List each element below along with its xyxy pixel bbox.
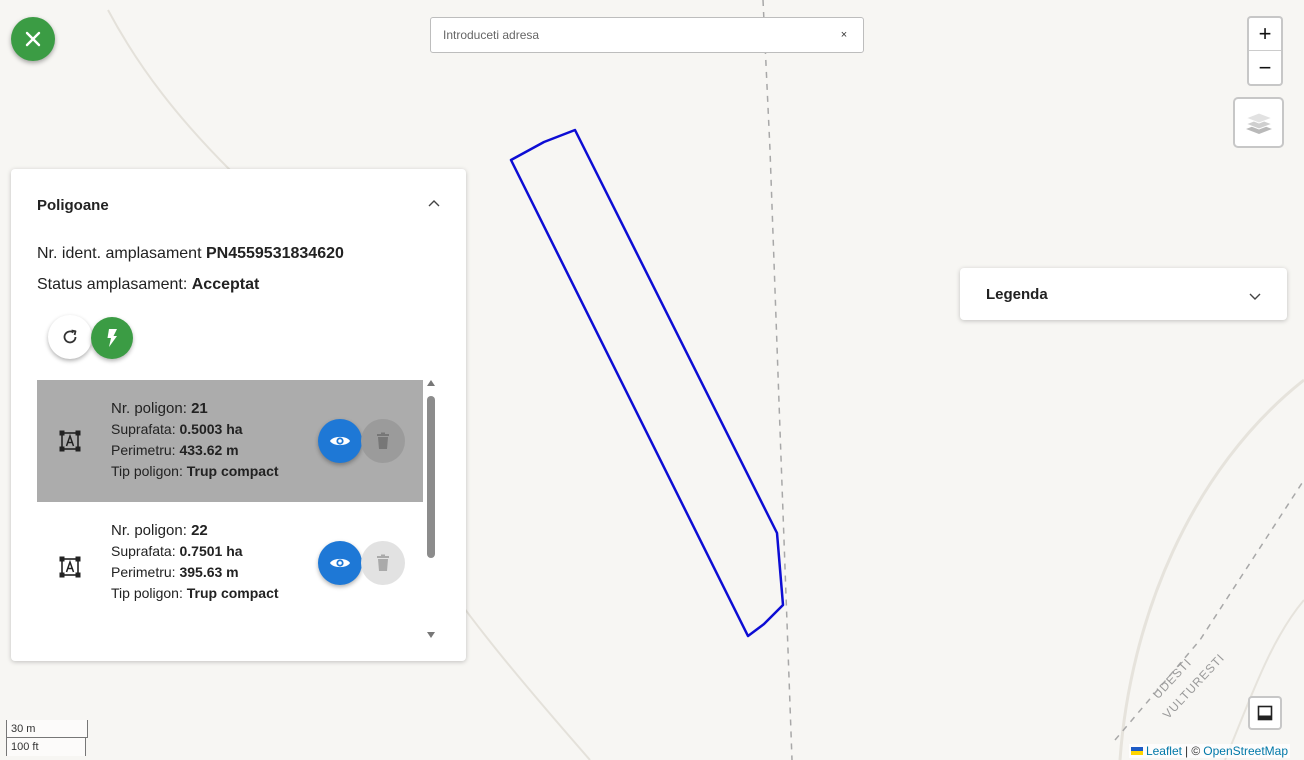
auto-fix-button[interactable] (91, 317, 133, 359)
polygon-perimeter-value: 433.62 m (179, 442, 239, 458)
polygon-nr-label: Nr. poligon: (111, 522, 187, 539)
delete-polygon-button[interactable] (361, 541, 405, 585)
chevron-down-icon (1249, 293, 1261, 300)
legend-title: Legenda (986, 286, 1048, 303)
ident-line: Nr. ident. amplasament PN4559531834620 (37, 245, 344, 263)
view-polygon-button[interactable] (318, 541, 362, 585)
scroll-down-arrow-icon[interactable] (427, 632, 435, 638)
close-icon (25, 31, 41, 47)
polygon-nr-label: Nr. poligon: (111, 400, 187, 417)
polygons-panel: Poligoane Nr. ident. amplasament PN45595… (11, 169, 466, 661)
view-polygon-button[interactable] (318, 419, 362, 463)
ukraine-flag-icon (1130, 747, 1143, 755)
polygon-perimeter-label: Perimetru: (111, 442, 176, 458)
chevron-up-icon (428, 200, 440, 207)
status-line: Status amplasament: Acceptat (37, 276, 259, 294)
polygon-nr-value: 21 (191, 400, 208, 417)
ident-value: PN4559531834620 (205, 245, 344, 262)
polygon-list-scrollbar[interactable] (424, 380, 438, 638)
map-scale: 30 m 100 ft (6, 720, 88, 756)
polygon-perimeter-value: 395.63 m (179, 564, 239, 580)
polygon-details: Nr. poligon: 22 Suprafata: 0.7501 ha Per… (111, 520, 279, 604)
scroll-up-arrow-icon[interactable] (427, 380, 435, 386)
status-label: Status amplasament: (37, 276, 188, 293)
address-search-input[interactable] (443, 28, 837, 42)
polygon-area-value: 0.5003 ha (179, 421, 243, 437)
search-clear-button[interactable]: × (837, 29, 851, 41)
leaflet-link[interactable]: Leaflet (1146, 744, 1182, 758)
layers-button[interactable] (1233, 97, 1284, 148)
polygon-area-value: 0.7501 ha (179, 543, 243, 559)
scale-imperial: 100 ft (6, 738, 86, 756)
zoom-in-button[interactable]: + (1249, 18, 1281, 51)
zoom-control: + − (1247, 16, 1283, 86)
refresh-icon (63, 329, 77, 344)
map-attribution: Leaflet | © OpenStreetMap (1128, 744, 1290, 758)
polygon-icon (59, 430, 81, 452)
polygon-icon (59, 556, 81, 578)
polygon-type-label: Tip poligon: (111, 585, 183, 601)
polygon-details: Nr. poligon: 21 Suprafata: 0.5003 ha Per… (111, 398, 279, 482)
ruler-icon (1257, 705, 1273, 721)
openstreetmap-link[interactable]: OpenStreetMap (1203, 744, 1288, 758)
measure-button[interactable] (1248, 696, 1282, 730)
polygon-list-item[interactable]: Nr. poligon: 22 Suprafata: 0.7501 ha Per… (37, 502, 423, 624)
polygon-type-value: Trup compact (186, 585, 279, 601)
panel-title: Poligoane (37, 197, 109, 214)
address-search: × (430, 17, 864, 53)
polygon-area-label: Suprafata: (111, 543, 176, 559)
attribution-separator: | © (1184, 744, 1201, 758)
polygon-type-value: Trup compact (186, 463, 279, 479)
status-value: Acceptat (191, 276, 260, 293)
delete-polygon-button[interactable] (361, 419, 405, 463)
close-button[interactable] (11, 17, 55, 61)
eye-icon (330, 558, 350, 568)
scroll-thumb[interactable] (427, 396, 435, 558)
collapse-panel-button[interactable] (427, 195, 441, 213)
polygon-area-label: Suprafata: (111, 421, 176, 437)
trash-icon (377, 432, 389, 449)
eye-icon (330, 436, 350, 446)
legend-panel[interactable]: Legenda (960, 268, 1287, 320)
polygon-list: Nr. poligon: 21 Suprafata: 0.5003 ha Per… (37, 380, 423, 635)
expand-legend-button[interactable] (1248, 288, 1262, 306)
bolt-icon (107, 329, 117, 347)
ident-label: Nr. ident. amplasament (37, 245, 202, 262)
polygon-list-item[interactable]: Nr. poligon: 21 Suprafata: 0.5003 ha Per… (37, 380, 423, 502)
polygon-type-label: Tip poligon: (111, 463, 183, 479)
refresh-button[interactable] (48, 315, 92, 359)
zoom-out-button[interactable]: − (1249, 51, 1281, 84)
polygon-perimeter-label: Perimetru: (111, 564, 176, 580)
layers-icon (1244, 111, 1273, 134)
scale-metric: 30 m (6, 720, 88, 738)
polygon-nr-value: 22 (191, 522, 208, 539)
trash-icon (377, 554, 389, 571)
